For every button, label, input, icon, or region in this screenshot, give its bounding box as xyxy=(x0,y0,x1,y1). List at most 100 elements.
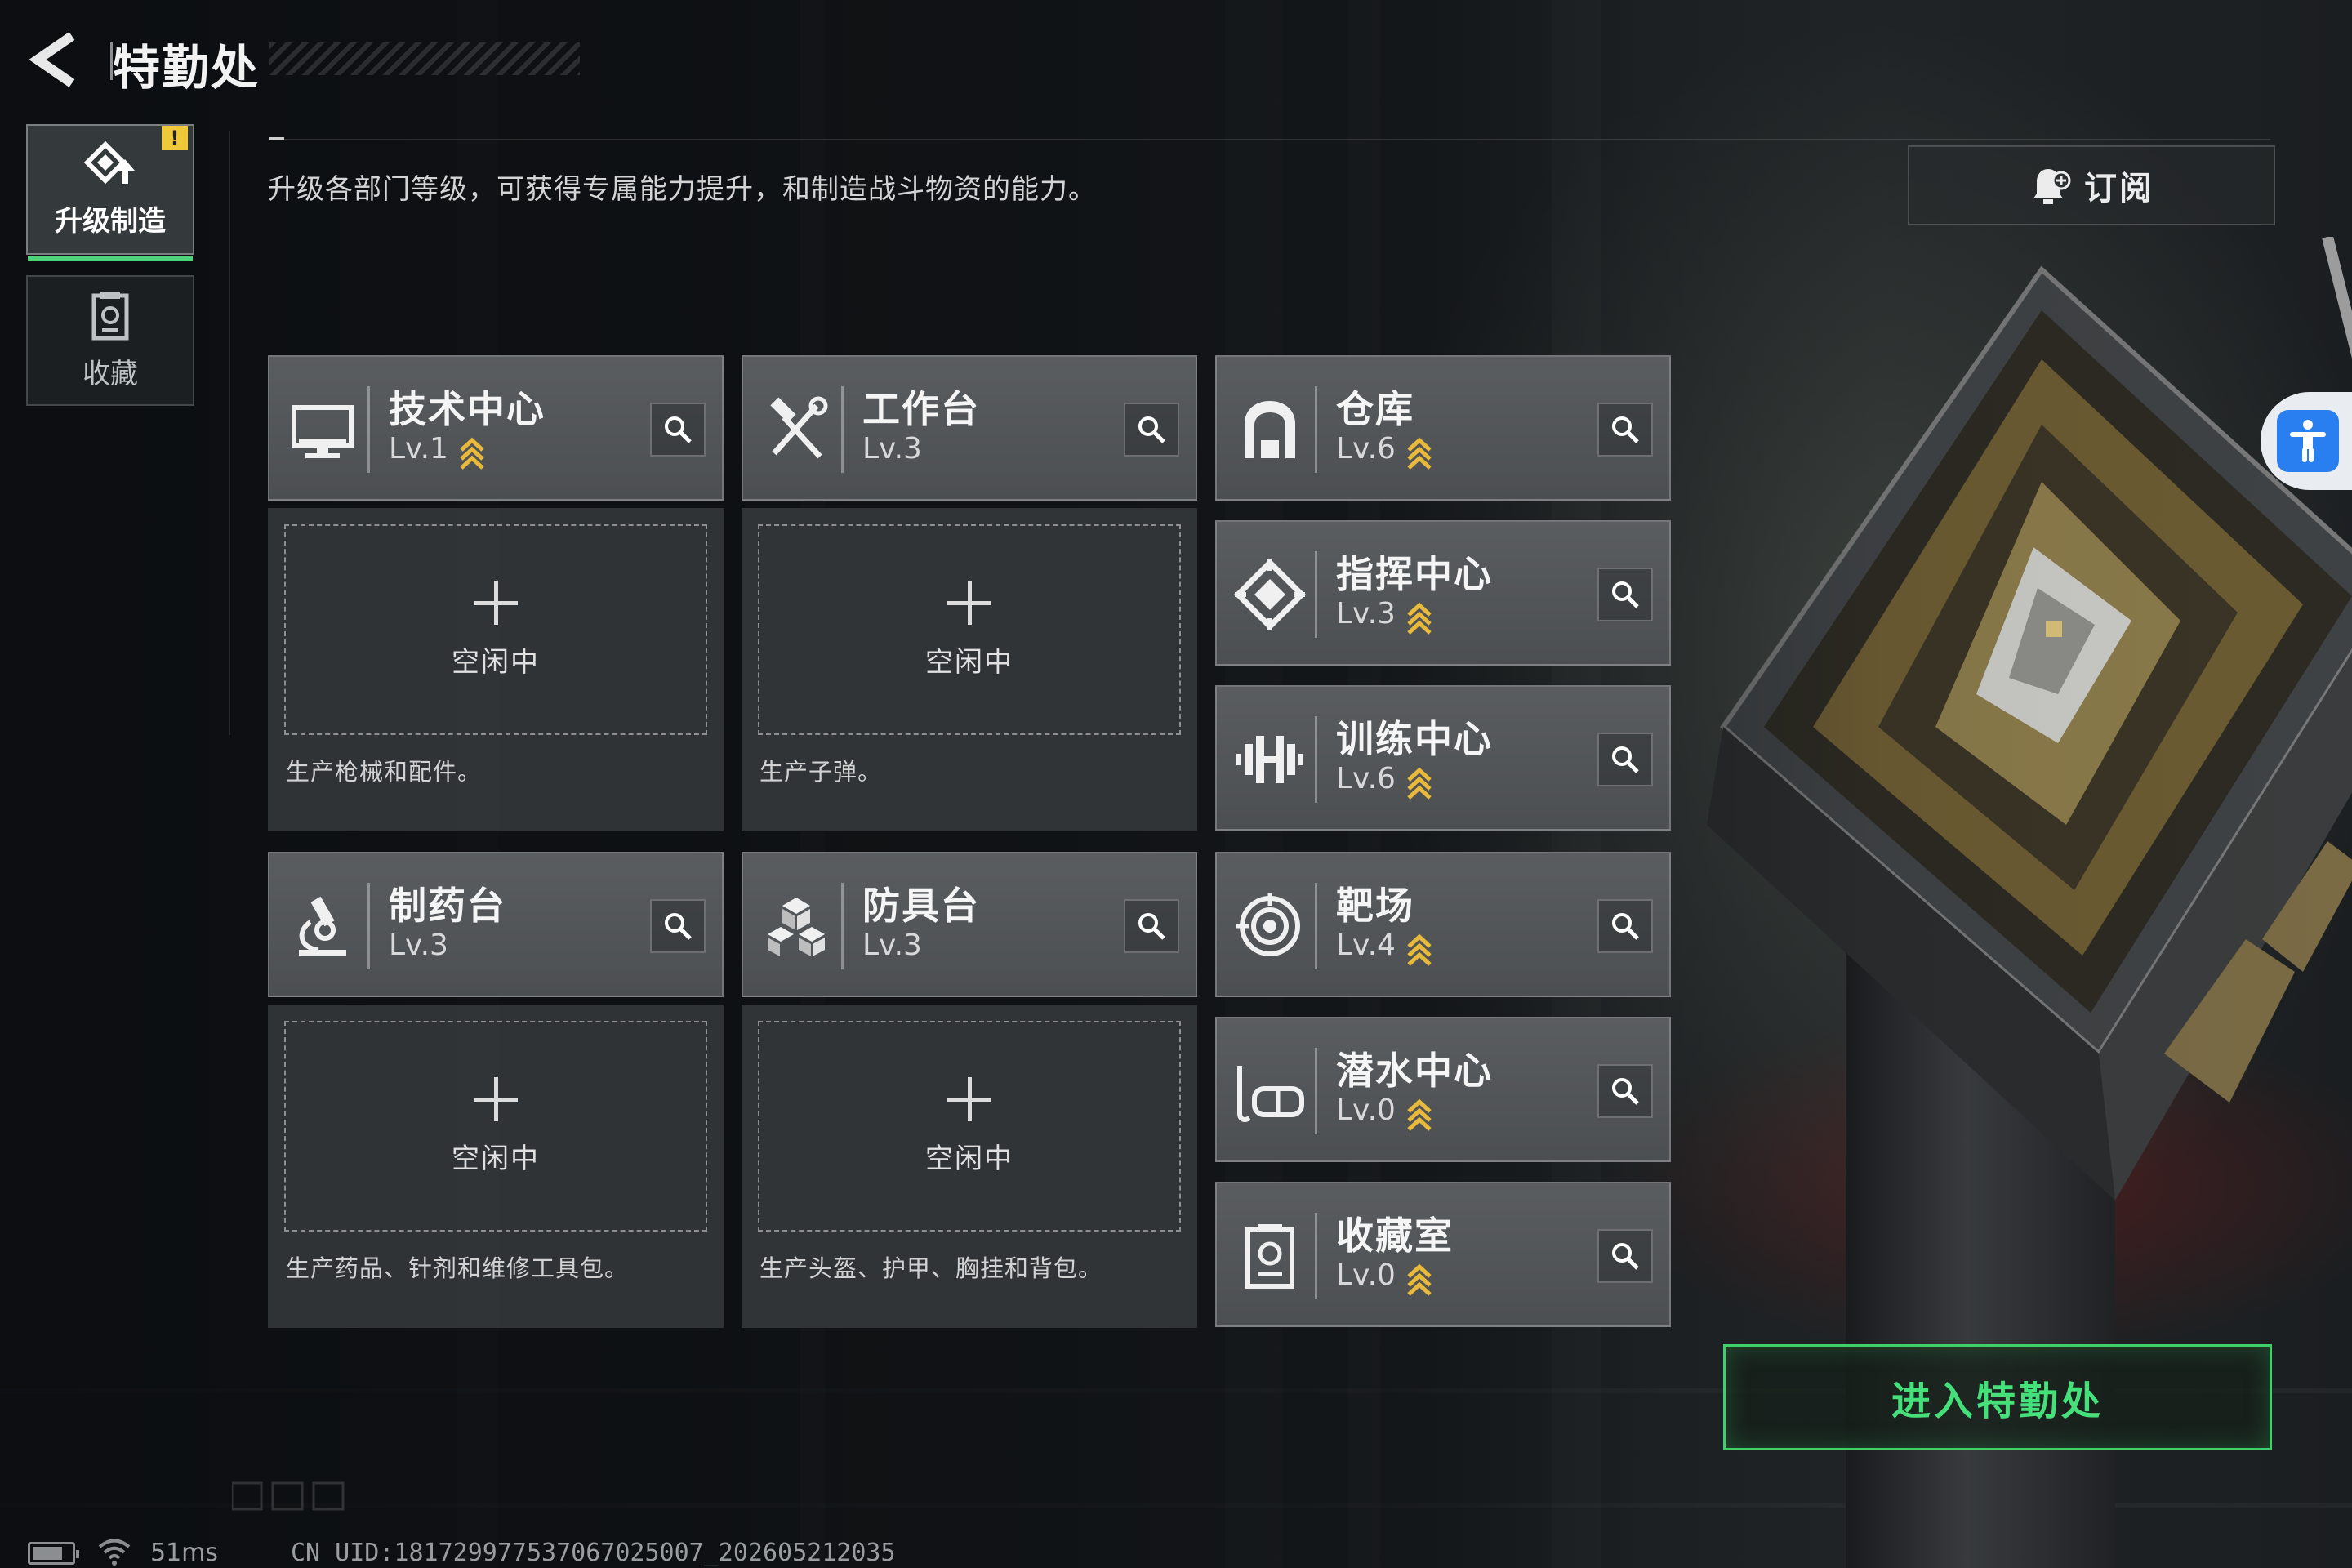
production-slot[interactable]: 空闲中 xyxy=(284,1021,707,1232)
subscribe-label: 订阅 xyxy=(2084,170,2154,207)
zoom-button[interactable] xyxy=(1597,899,1653,953)
slot-status: 空闲中 xyxy=(452,645,540,679)
tab-upgrade-manufacture[interactable]: ! 升级制造 xyxy=(26,124,194,261)
zoom-button[interactable] xyxy=(650,899,706,953)
production-description: 生产药品、针剂和维修工具包。 xyxy=(286,1254,630,1282)
zoom-button[interactable] xyxy=(1124,899,1179,953)
dept-level: Lv.3 xyxy=(862,432,922,466)
header-rule xyxy=(270,139,2270,140)
dumbbell-icon xyxy=(1236,736,1303,783)
dept-level: Lv.6 xyxy=(1336,432,1396,466)
magnifier-icon xyxy=(1612,913,1639,940)
card-divider xyxy=(1315,1048,1317,1134)
slot-status: 空闲中 xyxy=(925,645,1013,679)
back-arrow-icon xyxy=(29,32,75,87)
subscribe-button[interactable]: 订阅 xyxy=(1908,145,2275,225)
user-uid: CN UID:18172997753706702500​7_2026052120… xyxy=(291,1539,896,1567)
title-stripes-decoration xyxy=(270,42,580,75)
zoom-button[interactable] xyxy=(650,403,706,457)
dept-level: Lv.0 xyxy=(1336,1094,1396,1127)
dept-name: 训练中心 xyxy=(1336,717,1493,761)
dept-name: 指挥中心 xyxy=(1336,552,1493,596)
armor-icon xyxy=(768,898,825,956)
slot-status: 空闲中 xyxy=(925,1142,1013,1175)
accessibility-icon xyxy=(2290,420,2326,462)
wifi-icon xyxy=(98,1539,131,1566)
card-divider xyxy=(1315,716,1317,803)
dept-card-tech-center[interactable]: 技术中心 Lv.1 xyxy=(268,355,724,501)
magnifier-icon xyxy=(1612,416,1639,443)
microscope-icon xyxy=(299,896,346,956)
dept-level: Lv.4 xyxy=(1336,929,1396,962)
dept-card-training-center[interactable]: 训练中心 Lv.6 xyxy=(1215,685,1671,831)
side-divider xyxy=(229,131,230,735)
dept-card-warehouse[interactable]: 仓库 Lv.6 xyxy=(1215,355,1671,501)
diving-mask-icon xyxy=(1237,1066,1304,1122)
dept-name: 制药台 xyxy=(389,884,506,928)
dept-name: 潜水中心 xyxy=(1336,1049,1493,1093)
plus-icon xyxy=(947,580,991,625)
dept-level: Lv.6 xyxy=(1336,762,1396,795)
dept-card-command-center[interactable]: 指挥中心 Lv.3 xyxy=(1215,520,1671,666)
production-panel-workbench: 空闲中 生产子弹。 xyxy=(742,508,1197,831)
magnifier-icon xyxy=(1138,913,1165,940)
tools-icon xyxy=(770,396,828,459)
upgrade-chevrons-icon xyxy=(1407,602,1432,635)
accessibility-icon-box xyxy=(2277,410,2339,472)
page-title: 特勤处 xyxy=(113,40,261,96)
dept-card-diving-center[interactable]: 潜水中心 Lv.0 xyxy=(1215,1017,1671,1162)
accessibility-button[interactable] xyxy=(2261,392,2352,490)
upgrade-chevrons-icon xyxy=(1407,1263,1432,1296)
production-slot[interactable]: 空闲中 xyxy=(758,524,1181,735)
upgrade-chevrons-icon xyxy=(1407,767,1432,800)
dept-card-armor-bench[interactable]: 防具台 Lv.3 xyxy=(742,852,1197,997)
card-divider xyxy=(368,386,370,473)
alert-badge: ! xyxy=(162,126,188,150)
production-description: 生产头盔、护甲、胸挂和背包。 xyxy=(760,1254,1103,1282)
zoom-button[interactable] xyxy=(1597,403,1653,457)
dept-card-pharmacy[interactable]: 制药台 Lv.3 xyxy=(268,852,724,997)
dept-level: Lv.3 xyxy=(389,929,448,962)
tab-collection[interactable]: 收藏 xyxy=(26,275,194,406)
zoom-button[interactable] xyxy=(1597,1064,1653,1118)
tab-collection-label: 收藏 xyxy=(82,357,138,390)
dept-name: 收藏室 xyxy=(1336,1214,1454,1258)
page-description: 升级各部门等级，可获得专属能力提升，和制造战斗物资的能力。 xyxy=(268,173,1097,206)
back-button[interactable] xyxy=(24,31,90,88)
dept-level: Lv.3 xyxy=(1336,597,1396,630)
dept-card-collection-room[interactable]: 收藏室 Lv.0 xyxy=(1215,1182,1671,1327)
zoom-button[interactable] xyxy=(1597,1229,1653,1283)
card-divider xyxy=(1315,386,1317,473)
dept-name: 仓库 xyxy=(1336,387,1414,431)
upgrade-icon xyxy=(84,140,135,184)
plus-icon xyxy=(474,1076,518,1121)
dept-level: Lv.0 xyxy=(1336,1258,1396,1292)
zoom-button[interactable] xyxy=(1124,403,1179,457)
production-description: 生产子弹。 xyxy=(760,758,883,786)
enter-special-ops-button[interactable]: 进入特勤处 xyxy=(1723,1344,2272,1450)
upgrade-chevrons-icon xyxy=(460,437,484,470)
warehouse-icon xyxy=(1245,401,1295,458)
header-rule-marker xyxy=(270,137,284,140)
command-icon xyxy=(1234,559,1306,630)
production-description: 生产枪械和配件。 xyxy=(286,758,483,786)
card-divider xyxy=(841,883,844,969)
header: 特勤处 xyxy=(24,24,580,98)
upgrade-chevrons-icon xyxy=(1407,933,1432,966)
production-slot[interactable]: 空闲中 xyxy=(758,1021,1181,1232)
card-divider xyxy=(368,883,370,969)
magnifier-icon xyxy=(665,416,692,443)
dept-name: 技术中心 xyxy=(389,387,546,431)
dept-name: 工作台 xyxy=(862,387,980,431)
production-slot[interactable]: 空闲中 xyxy=(284,524,707,735)
magnifier-icon xyxy=(1612,1078,1639,1105)
upgrade-chevrons-icon xyxy=(1407,437,1432,470)
zoom-button[interactable] xyxy=(1597,568,1653,621)
status-bar: 51ms CN UID:18172997753706702500​7_20260… xyxy=(28,1535,1171,1568)
dept-card-workbench[interactable]: 工作台 Lv.3 xyxy=(742,355,1197,501)
battery-icon xyxy=(28,1542,79,1565)
plus-icon xyxy=(947,1076,991,1121)
zoom-button[interactable] xyxy=(1597,733,1653,786)
collection-icon xyxy=(91,292,129,340)
dept-card-shooting-range[interactable]: 靶场 Lv.4 xyxy=(1215,852,1671,997)
